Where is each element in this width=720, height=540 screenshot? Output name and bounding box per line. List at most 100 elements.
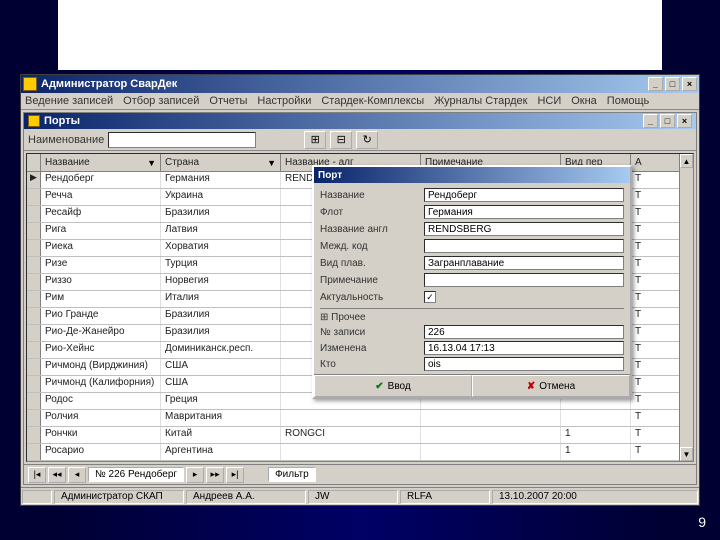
nav-prev-page-button[interactable]: ◂◂	[48, 467, 66, 483]
cell-country: Аргентина	[161, 444, 281, 460]
cell-name: Ризе	[41, 257, 161, 273]
row-marker	[27, 359, 41, 375]
cell-name: Ролчия	[41, 410, 161, 426]
status-bar: Администратор СКАП Андреев А.А. JW RLFA …	[21, 487, 699, 505]
status-cell: Администратор СКАП	[54, 490, 184, 504]
table-row[interactable]: РосариоАргентина1T	[27, 444, 693, 461]
toolbar-button[interactable]: ⊟	[330, 131, 352, 149]
menu-item[interactable]: Ведение записей	[25, 95, 113, 107]
row-marker	[27, 393, 41, 409]
nav-next-page-button[interactable]: ▸▸	[206, 467, 224, 483]
nav-last-button[interactable]: ▸|	[226, 467, 244, 483]
intl-code-field[interactable]	[424, 239, 624, 253]
menu-item[interactable]: НСИ	[537, 95, 561, 107]
ok-button[interactable]: ✔Ввод	[314, 375, 472, 397]
row-marker	[27, 427, 41, 443]
nav-first-button[interactable]: |◂	[28, 467, 46, 483]
table-row[interactable]: РончкиКитайRONGCI1T	[27, 427, 693, 444]
fleet-field[interactable]: Германия	[424, 205, 624, 219]
cell-note	[421, 410, 561, 426]
table-row[interactable]: РолчияМавританияT	[27, 410, 693, 427]
search-bar: Наименование ⊞ ⊟ ↻	[24, 129, 696, 151]
status-cell: RLFA	[400, 490, 490, 504]
cell-eng	[281, 410, 421, 426]
cell-note	[421, 427, 561, 443]
status-cell: Андреев А.А.	[186, 490, 306, 504]
toolbar-button[interactable]: ↻	[356, 131, 378, 149]
column-header[interactable]: Страна▼	[161, 154, 281, 171]
close-button[interactable]: ×	[682, 77, 697, 91]
column-header[interactable]: Название▼	[41, 154, 161, 171]
minimize-button[interactable]: _	[648, 77, 663, 91]
menu-item[interactable]: Стардек-Комплексы	[321, 95, 424, 107]
field-label: Межд. код	[320, 241, 420, 252]
cell-country: Украина	[161, 189, 281, 205]
row-marker	[27, 376, 41, 392]
scroll-down-icon[interactable]: ▼	[680, 447, 693, 461]
menu-item[interactable]: Помощь	[607, 95, 650, 107]
cell-country: Германия	[161, 172, 281, 188]
cell-name: Рига	[41, 223, 161, 239]
child-title: Порты	[44, 115, 80, 127]
nav-prev-button[interactable]: ◂	[68, 467, 86, 483]
cell-name: Рио Гранде	[41, 308, 161, 324]
english-name-field[interactable]: RENDSBERG	[424, 222, 624, 236]
cell-name: Рио-Де-Жанейро	[41, 325, 161, 341]
menu-item[interactable]: Настройки	[257, 95, 311, 107]
app-title: Администратор СварДек	[41, 78, 177, 90]
scroll-up-icon[interactable]: ▲	[680, 154, 693, 168]
cell-name: Родос	[41, 393, 161, 409]
cell-country: США	[161, 376, 281, 392]
field-label: Кто	[320, 359, 420, 370]
maximize-button[interactable]: □	[665, 77, 680, 91]
dialog-title: Порт	[314, 167, 630, 183]
field-label: Актуальность	[320, 292, 420, 303]
child-minimize-button[interactable]: _	[643, 114, 658, 128]
filter-indicator[interactable]: Фильтр	[268, 467, 316, 482]
cancel-button[interactable]: ✘Отмена	[472, 375, 630, 397]
cell-vid: 1	[561, 427, 631, 443]
cell-country: Норвегия	[161, 274, 281, 290]
who-field: ois	[424, 357, 624, 371]
search-input[interactable]	[108, 132, 256, 148]
child-close-button[interactable]: ×	[677, 114, 692, 128]
row-selector-header	[27, 154, 41, 171]
row-marker	[27, 342, 41, 358]
app-titlebar: Администратор СварДек _ □ ×	[21, 75, 699, 93]
child-titlebar: Порты _ □ ×	[24, 113, 696, 129]
menu-item[interactable]: Отбор записей	[123, 95, 199, 107]
menu-item[interactable]: Окна	[571, 95, 597, 107]
menu-item[interactable]: Отчеты	[209, 95, 247, 107]
cell-country: Бразилия	[161, 308, 281, 324]
child-maximize-button[interactable]: □	[660, 114, 675, 128]
vertical-scrollbar[interactable]: ▲ ▼	[679, 154, 693, 461]
cell-vid	[561, 410, 631, 426]
row-marker	[27, 444, 41, 460]
field-label: Название англ	[320, 224, 420, 235]
child-window: Порты _ □ × Наименование ⊞ ⊟ ↻ Название▼…	[23, 112, 697, 485]
cell-country: США	[161, 359, 281, 375]
actual-checkbox[interactable]: ✓	[424, 291, 436, 303]
row-marker	[27, 308, 41, 324]
page-number: 9	[698, 514, 706, 530]
group-label: ⊞ Прочее	[320, 311, 624, 324]
nav-next-button[interactable]: ▸	[186, 467, 204, 483]
cell-name: Ресайф	[41, 206, 161, 222]
name-field[interactable]: Рендоберг	[424, 188, 624, 202]
toolbar-button[interactable]: ⊞	[304, 131, 326, 149]
menu-item[interactable]: Журналы Стардек	[434, 95, 527, 107]
voyage-type-field[interactable]: Загранплавание	[424, 256, 624, 270]
cell-country: Турция	[161, 257, 281, 273]
field-label: Вид плав.	[320, 258, 420, 269]
cell-country: Китай	[161, 427, 281, 443]
cell-country: Хорватия	[161, 240, 281, 256]
field-label: № записи	[320, 327, 420, 338]
cell-name: Рендоберг	[41, 172, 161, 188]
cell-country: Италия	[161, 291, 281, 307]
note-field[interactable]	[424, 273, 624, 287]
app-icon	[23, 77, 37, 91]
cell-name: Рим	[41, 291, 161, 307]
field-label: Флот	[320, 207, 420, 218]
nav-position: № 226 Рендоберг	[88, 467, 184, 482]
field-label: Название	[320, 190, 420, 201]
